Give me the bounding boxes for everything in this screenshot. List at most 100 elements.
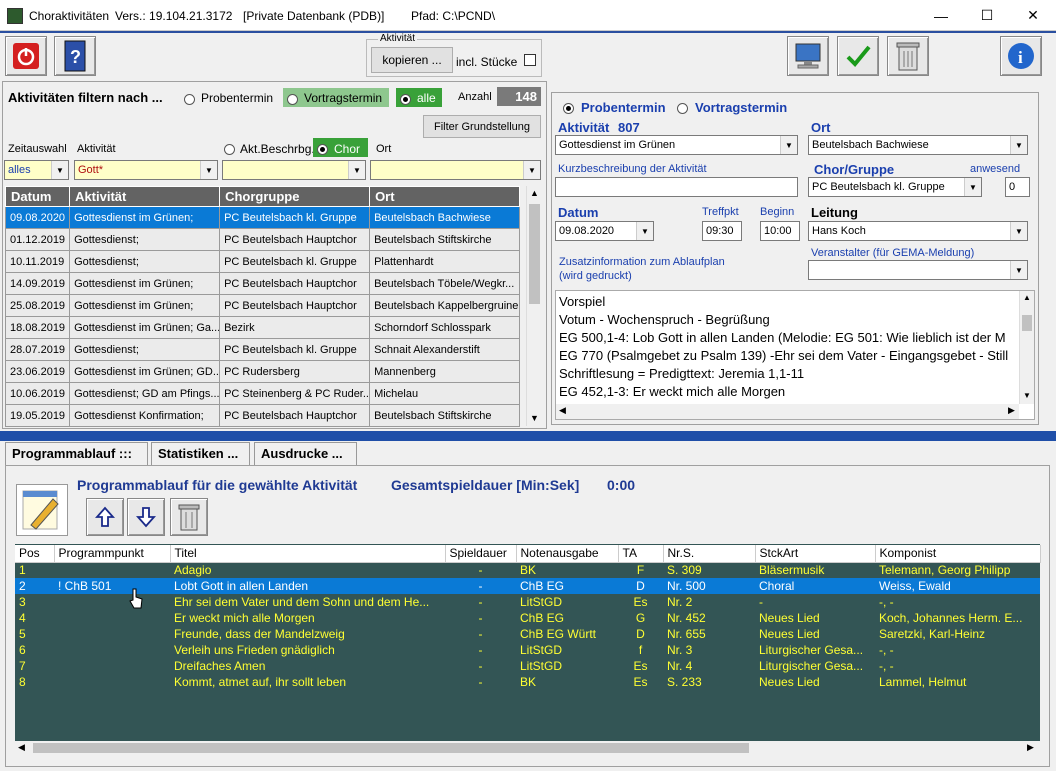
scroll-left-icon[interactable]: ◀ bbox=[18, 742, 25, 753]
aktivitaet-filter-select[interactable]: Gott* ▼ bbox=[74, 160, 218, 180]
chevron-down-icon[interactable]: ▼ bbox=[523, 161, 540, 179]
program-row[interactable]: 6 Verleih uns Frieden gnädiglich - LitStGD f… bbox=[15, 642, 1040, 658]
scroll-down-icon[interactable]: ▼ bbox=[1023, 391, 1031, 400]
tab-statistiken[interactable]: Statistiken ... bbox=[151, 442, 250, 466]
table-row[interactable]: 23.06.2019 Gottesdienst im Grünen; GD... P… bbox=[4, 360, 521, 383]
scroll-right-icon[interactable]: ▶ bbox=[1008, 405, 1015, 416]
program-table: Pos Programmpunkt Titel Spieldauer Noten… bbox=[15, 545, 1041, 690]
agenda-scrollbar[interactable]: ▲ ▼ bbox=[1019, 291, 1034, 404]
chor-filter-radio[interactable] bbox=[317, 142, 328, 156]
table-row[interactable]: 19.05.2019 Gottesdienst Konfirmation; PC B… bbox=[4, 404, 521, 427]
kurz-input[interactable] bbox=[555, 177, 798, 197]
scroll-thumb[interactable] bbox=[529, 204, 540, 304]
beginn-input[interactable]: 10:00 bbox=[760, 221, 800, 241]
chevron-down-icon[interactable]: ▼ bbox=[636, 222, 653, 240]
detail-chor-select[interactable]: PC Beutelsbach kl. Gruppe ▼ bbox=[808, 177, 982, 197]
filter-probentermin-radio[interactable] bbox=[184, 92, 195, 106]
col-spieldauer[interactable]: Spieldauer bbox=[445, 545, 517, 563]
chevron-down-icon[interactable]: ▼ bbox=[51, 161, 68, 179]
program-row[interactable]: 3 Ehr sei dem Vater und dem Sohn und dem … bbox=[15, 594, 1040, 610]
program-row[interactable]: 5 Freunde, dass der Mandelzweig - ChB EG Wü… bbox=[15, 626, 1040, 642]
maximize-button[interactable]: ☐ bbox=[964, 0, 1010, 31]
agenda-textarea[interactable]: Vorspiel Votum - Wochenspruch - Begrüßung… bbox=[555, 290, 1035, 420]
table-row[interactable]: 18.08.2019 Gottesdienst im Grünen; Ga... B… bbox=[4, 316, 521, 339]
col-titel[interactable]: Titel bbox=[170, 545, 446, 563]
table-row[interactable]: 01.12.2019 Gottesdienst; PC Beutelsbach Ha… bbox=[4, 228, 521, 251]
chevron-down-icon[interactable]: ▼ bbox=[1010, 261, 1027, 279]
col-ta[interactable]: TA bbox=[618, 545, 664, 563]
leitung-select[interactable]: Hans Koch ▼ bbox=[808, 221, 1028, 241]
col-ort[interactable]: Ort bbox=[369, 186, 521, 207]
table-row[interactable]: 25.08.2019 Gottesdienst im Grünen; PC Beut… bbox=[4, 294, 521, 317]
power-button[interactable] bbox=[5, 36, 47, 76]
veranstalter-select[interactable]: ▼ bbox=[808, 260, 1028, 280]
chevron-down-icon[interactable]: ▼ bbox=[1010, 222, 1027, 240]
chevron-down-icon[interactable]: ▼ bbox=[200, 161, 217, 179]
chor-filter-select[interactable]: ▼ bbox=[222, 160, 366, 180]
scroll-thumb[interactable] bbox=[33, 743, 749, 753]
detail-ort-select[interactable]: Beutelsbach Bachwiese ▼ bbox=[808, 135, 1028, 155]
filter-vortragstermin-radio[interactable] bbox=[287, 92, 298, 106]
incl-stuecke-checkbox[interactable] bbox=[524, 54, 536, 66]
ort-filter-select[interactable]: ▼ bbox=[370, 160, 541, 180]
tab-programmablauf[interactable]: Programmablauf ::: bbox=[5, 442, 148, 466]
col-stckart[interactable]: StckArt bbox=[755, 545, 876, 563]
chor-filter-label: Chor bbox=[334, 142, 361, 156]
scroll-up-icon[interactable]: ▲ bbox=[530, 188, 539, 198]
scroll-left-icon[interactable]: ◀ bbox=[559, 405, 566, 416]
table-row[interactable]: 09.08.2020 Gottesdienst im Grünen; PC Beut… bbox=[4, 206, 521, 229]
program-row[interactable]: 4 Er weckt mich alle Morgen - ChB EG G Nr. 45… bbox=[15, 610, 1040, 626]
confirm-button[interactable] bbox=[837, 36, 879, 76]
treffpkt-input[interactable]: 09:30 bbox=[702, 221, 742, 241]
delete-button[interactable] bbox=[887, 36, 929, 76]
computer-button[interactable] bbox=[787, 36, 829, 76]
chevron-down-icon[interactable]: ▼ bbox=[780, 136, 797, 154]
remove-item-button[interactable] bbox=[170, 498, 208, 536]
chevron-down-icon[interactable]: ▼ bbox=[964, 178, 981, 196]
scroll-right-icon[interactable]: ▶ bbox=[1027, 742, 1034, 753]
col-nrs[interactable]: Nr.S. bbox=[663, 545, 756, 563]
program-row[interactable]: 7 Dreifaches Amen - LitStGD Es Nr. 4 Liturgisc… bbox=[15, 658, 1040, 674]
table-row[interactable]: 14.09.2019 Gottesdienst im Grünen; PC Beut… bbox=[4, 272, 521, 295]
detail-aktivitaet-select[interactable]: Gottesdienst im Grünen ▼ bbox=[555, 135, 798, 155]
close-button[interactable]: ✕ bbox=[1010, 0, 1056, 31]
akt-beschr-radio[interactable] bbox=[224, 142, 235, 156]
col-komponist[interactable]: Komponist bbox=[875, 545, 1041, 563]
table-row[interactable]: 10.06.2019 Gottesdienst; GD am Pfings... P… bbox=[4, 382, 521, 405]
program-row[interactable]: 2! ChB 501 Lobt Gott in allen Landen - ChB … bbox=[15, 578, 1040, 594]
detail-vortragstermin-radio[interactable] bbox=[677, 101, 688, 115]
col-programmpunkt[interactable]: Programmpunkt bbox=[54, 545, 171, 563]
chevron-down-icon[interactable]: ▼ bbox=[348, 161, 365, 179]
program-row[interactable]: 8 Kommt, atmet auf, ihr sollt leben - BK Es S… bbox=[15, 674, 1040, 690]
tab-ausdrucke[interactable]: Ausdrucke ... bbox=[254, 442, 357, 466]
move-down-button[interactable] bbox=[127, 498, 165, 536]
move-up-button[interactable] bbox=[86, 498, 124, 536]
scroll-up-icon[interactable]: ▲ bbox=[1023, 293, 1031, 302]
col-chorgruppe[interactable]: Chorgruppe bbox=[219, 186, 371, 207]
program-hscrollbar[interactable]: ◀ ▶ bbox=[15, 741, 1040, 755]
filter-reset-button[interactable]: Filter Grundstellung bbox=[423, 115, 541, 138]
zeitauswahl-select[interactable]: alles ▼ bbox=[4, 160, 69, 180]
scroll-down-icon[interactable]: ▼ bbox=[530, 413, 539, 423]
scroll-thumb[interactable] bbox=[1022, 315, 1032, 331]
program-row[interactable]: 1 Adagio - BK F S. 309 Bläsermusik Telemann, Ge… bbox=[15, 562, 1040, 578]
filter-alle-radio[interactable] bbox=[400, 92, 411, 106]
anwesend-input[interactable]: 0 bbox=[1005, 177, 1030, 197]
agenda-hscrollbar[interactable]: ◀ ▶ bbox=[556, 404, 1019, 419]
col-aktivitaet[interactable]: Aktivität bbox=[69, 186, 221, 207]
activities-scrollbar[interactable]: ▲ ▼ bbox=[526, 186, 543, 426]
minimize-button[interactable]: — bbox=[918, 0, 964, 31]
col-notenausgabe[interactable]: Notenausgabe bbox=[516, 545, 619, 563]
help-button[interactable]: ? bbox=[54, 36, 96, 76]
table-row[interactable]: 10.11.2019 Gottesdienst; PC Beutelsbach kl… bbox=[4, 250, 521, 273]
table-row[interactable]: 28.07.2019 Gottesdienst; PC Beutelsbach kl… bbox=[4, 338, 521, 361]
splitter-bar[interactable] bbox=[0, 431, 1056, 441]
detail-datum-picker[interactable]: 09.08.2020 ▼ bbox=[555, 221, 654, 241]
col-pos[interactable]: Pos bbox=[15, 545, 55, 563]
copy-activity-button[interactable]: kopieren ... bbox=[371, 47, 453, 73]
edit-note-button[interactable] bbox=[16, 484, 68, 536]
col-datum[interactable]: Datum bbox=[4, 186, 71, 207]
chevron-down-icon[interactable]: ▼ bbox=[1010, 136, 1027, 154]
detail-probentermin-radio[interactable] bbox=[563, 101, 574, 115]
info-button[interactable]: i bbox=[1000, 36, 1042, 76]
